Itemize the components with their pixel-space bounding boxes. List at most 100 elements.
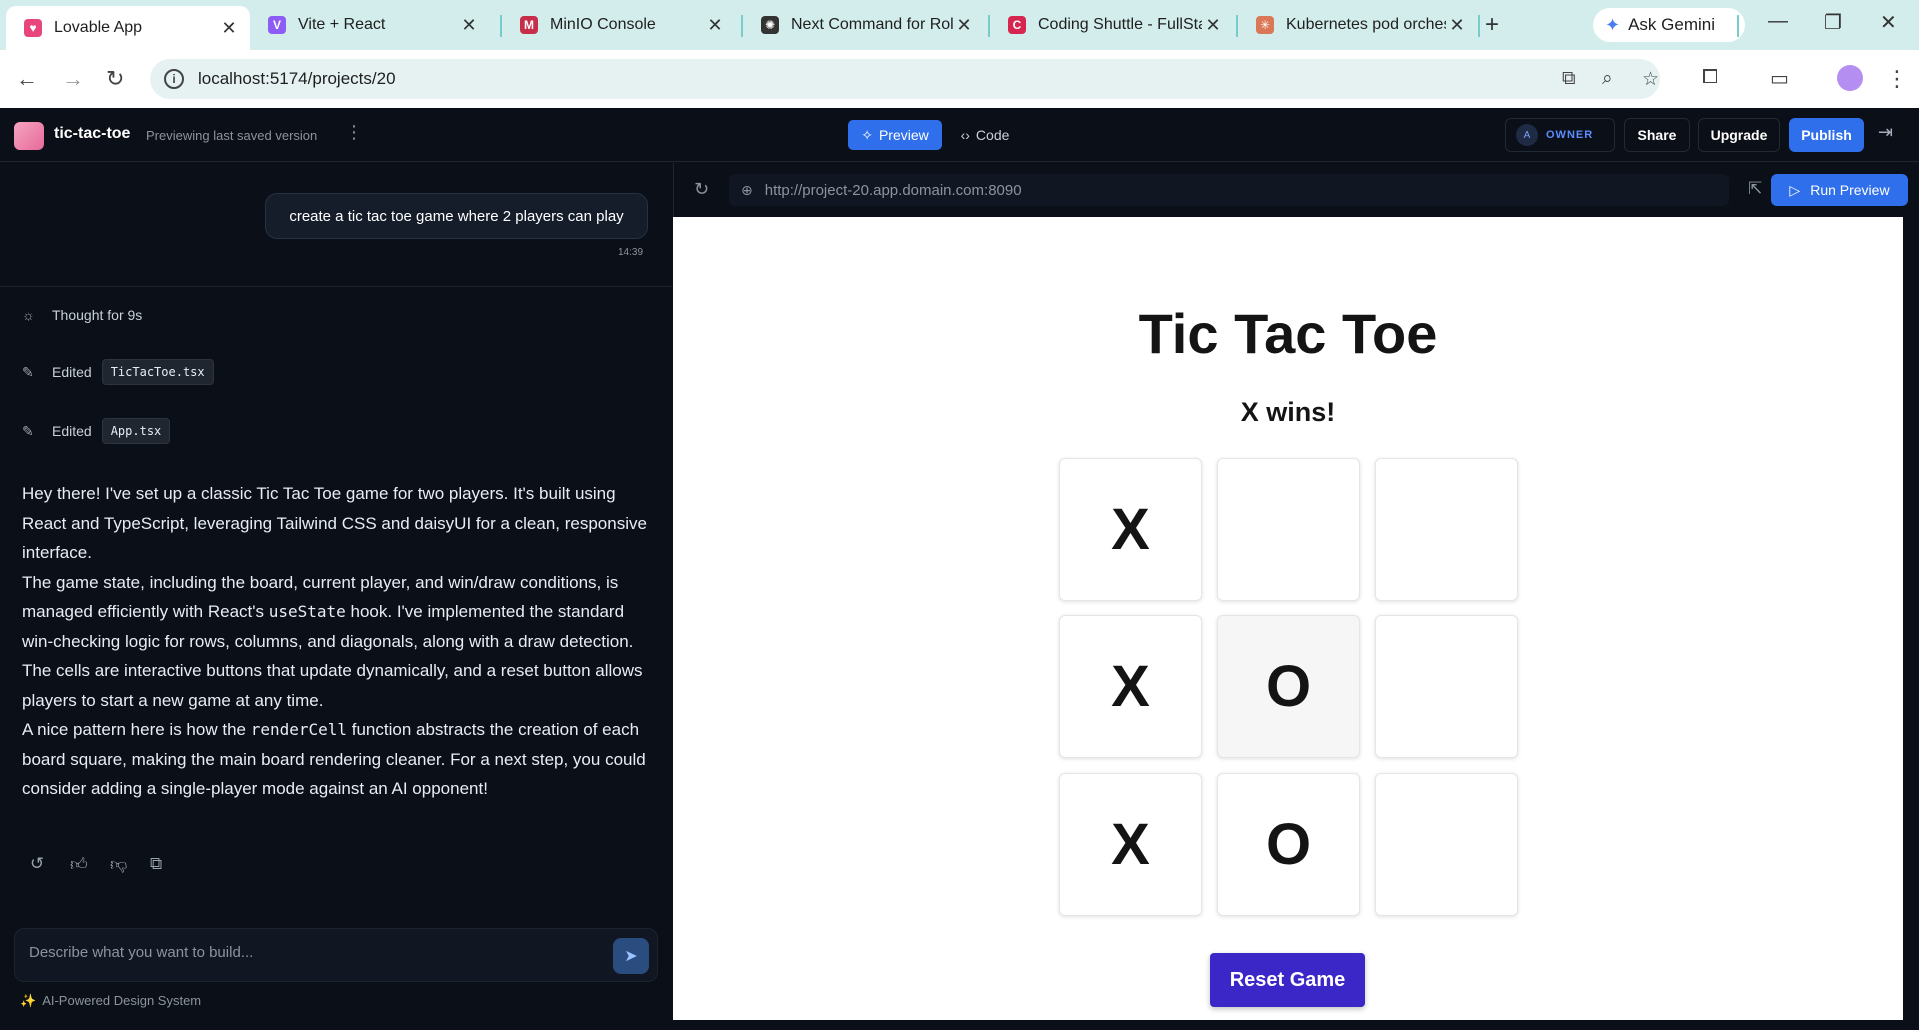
close-tab-icon[interactable]: ✕ bbox=[458, 15, 480, 36]
close-window-icon[interactable]: ✕ bbox=[1880, 10, 1897, 35]
divider bbox=[0, 286, 672, 287]
code-brackets-icon: ‹› bbox=[960, 127, 970, 143]
address-bar[interactable]: i localhost:5174/projects/20 ⧉ ⌕ ☆ bbox=[150, 59, 1660, 99]
browser-tab-vite[interactable]: V Vite + React ✕ bbox=[250, 8, 490, 42]
browser-menu-icon[interactable]: ⋮ bbox=[1886, 66, 1908, 92]
edit-file-icon: ✎ bbox=[22, 363, 34, 380]
board-cell-7[interactable]: X bbox=[1059, 773, 1202, 916]
close-tab-icon[interactable]: ✕ bbox=[1446, 15, 1468, 36]
prompt-input[interactable] bbox=[29, 944, 589, 961]
preview-url-field[interactable]: ⊕ http://project-20.app.domain.com:8090 bbox=[729, 174, 1729, 206]
browser-tab-chatgpt[interactable]: ✺ Next Command for Rol ✕ bbox=[743, 8, 985, 42]
publish-button[interactable]: Publish bbox=[1789, 118, 1864, 152]
board-cell-9[interactable] bbox=[1375, 773, 1518, 916]
back-arrow-icon[interactable]: ← bbox=[16, 66, 38, 92]
project-name[interactable]: tic-tac-toe bbox=[54, 125, 130, 143]
regenerate-icon[interactable]: ↺ bbox=[30, 854, 44, 874]
board-cell-6[interactable] bbox=[1375, 615, 1518, 758]
reply-paragraph: A nice pattern here is how the renderCel… bbox=[22, 720, 646, 798]
preview-label: Preview bbox=[878, 127, 929, 143]
role-badge: OWNER bbox=[1546, 129, 1594, 141]
code-tab-button[interactable]: ‹› Code bbox=[950, 120, 1020, 150]
collaborator-pill[interactable]: A OWNER bbox=[1505, 118, 1615, 152]
reload-icon[interactable]: ↻ bbox=[106, 66, 124, 92]
edited-file-chip[interactable]: TicTacToe.tsx bbox=[101, 359, 214, 385]
edit-label: Edited bbox=[52, 423, 92, 439]
close-tab-icon[interactable]: ✕ bbox=[1202, 15, 1224, 36]
restore-window-icon[interactable]: ❐ bbox=[1824, 10, 1842, 35]
footer-note-text: AI-Powered Design System bbox=[42, 993, 202, 1008]
send-button[interactable]: ➤ bbox=[613, 938, 649, 974]
minimize-window-icon[interactable]: — bbox=[1768, 10, 1788, 33]
browser-tab-lovable[interactable]: ♥ Lovable App ✕ bbox=[6, 6, 250, 50]
coding-shuttle-icon: C bbox=[1008, 16, 1026, 34]
close-tab-icon[interactable]: ✕ bbox=[953, 15, 975, 36]
sparkles-icon: ✨ bbox=[20, 993, 37, 1008]
edit-step[interactable]: ✎ Edited TicTacToe.tsx bbox=[22, 359, 214, 385]
extensions-puzzle-icon[interactable]: ⧠ bbox=[1702, 66, 1718, 89]
assistant-reply: Hey there! I've set up a classic Tic Tac… bbox=[22, 479, 652, 804]
board-cell-4[interactable]: X bbox=[1059, 615, 1202, 758]
profile-avatar[interactable] bbox=[1837, 65, 1863, 91]
tab-separator bbox=[1737, 15, 1739, 37]
board-cell-5[interactable]: O bbox=[1217, 615, 1360, 758]
user-message: create a tic tac toe game where 2 player… bbox=[265, 193, 648, 239]
tab-title: Lovable App bbox=[54, 19, 143, 36]
preview-scrollbar[interactable] bbox=[1903, 217, 1919, 1020]
ask-gemini-button[interactable]: ✦ Ask Gemini bbox=[1593, 8, 1745, 42]
bookmark-star-icon[interactable]: ☆ bbox=[1642, 68, 1659, 91]
open-external-icon[interactable]: ⇱ bbox=[1748, 179, 1762, 199]
copy-icon[interactable]: ⧉ bbox=[150, 854, 162, 874]
logout-icon[interactable]: ⇥ bbox=[1878, 122, 1893, 143]
address-url: localhost:5174/projects/20 bbox=[198, 69, 396, 88]
browser-tab-coding-shuttle[interactable]: C Coding Shuttle - FullSta ✕ bbox=[990, 8, 1234, 42]
claude-icon: ✳ bbox=[1256, 16, 1274, 34]
thumbs-up-icon[interactable]: 👍︎ bbox=[70, 854, 88, 875]
browser-tab-minio[interactable]: M MinIO Console ✕ bbox=[502, 8, 736, 42]
project-menu-icon[interactable]: ⋮ bbox=[345, 122, 363, 143]
game-preview: Tic Tac Toe X wins! X X O X O Reset Game bbox=[673, 217, 1903, 1020]
refresh-preview-icon[interactable]: ↻ bbox=[694, 179, 709, 200]
board-cell-8[interactable]: O bbox=[1217, 773, 1360, 916]
tab-title: Next Command for Rol bbox=[791, 16, 953, 33]
zoom-icon[interactable]: ⌕ bbox=[1602, 68, 1613, 90]
browser-tab-strip: ♥ Lovable App ✕ V Vite + React ✕ M MinIO… bbox=[0, 0, 1919, 50]
edited-file-chip[interactable]: App.tsx bbox=[101, 418, 171, 444]
tab-title: Coding Shuttle - FullSta bbox=[1038, 16, 1202, 33]
tab-search-icon[interactable]: ▭ bbox=[1770, 66, 1789, 91]
message-timestamp: 14:39 bbox=[618, 247, 644, 258]
preview-tab-button[interactable]: ✧ Preview bbox=[848, 120, 942, 150]
reset-game-button[interactable]: Reset Game bbox=[1210, 953, 1365, 1007]
board-cell-3[interactable] bbox=[1375, 458, 1518, 601]
reply-paragraph: Hey there! I've set up a classic Tic Tac… bbox=[22, 484, 647, 562]
browser-tab-claude[interactable]: ✳ Kubernetes pod orches ✕ bbox=[1238, 8, 1478, 42]
thought-label: Thought for 9s bbox=[52, 307, 143, 323]
site-info-icon[interactable]: i bbox=[164, 69, 184, 89]
upgrade-button[interactable]: Upgrade bbox=[1698, 118, 1780, 152]
close-tab-icon[interactable]: ✕ bbox=[704, 15, 726, 36]
game-status: X wins! bbox=[1240, 397, 1336, 427]
edit-file-icon: ✎ bbox=[22, 422, 34, 439]
collaborator-avatar: A bbox=[1516, 124, 1538, 146]
share-button[interactable]: Share bbox=[1624, 118, 1690, 152]
translate-icon[interactable]: ⧉ bbox=[1562, 68, 1576, 90]
preview-status: Previewing last saved version bbox=[146, 128, 318, 143]
board-cell-2[interactable] bbox=[1217, 458, 1360, 601]
prompt-input-container: ➤ bbox=[14, 928, 658, 982]
forward-arrow-icon[interactable]: → bbox=[62, 66, 84, 92]
preview-toolbar: ↻ ⊕ http://project-20.app.domain.com:809… bbox=[673, 163, 1919, 217]
globe-icon: ⊕ bbox=[741, 181, 753, 198]
board-cell-1[interactable]: X bbox=[1059, 458, 1202, 601]
chatgpt-icon: ✺ bbox=[761, 16, 779, 34]
run-preview-button[interactable]: ▷ Run Preview bbox=[1771, 174, 1908, 206]
thought-step[interactable]: ☼ Thought for 9s bbox=[22, 307, 142, 323]
tab-separator bbox=[1478, 15, 1480, 37]
sparkle-icon: ✧ bbox=[861, 126, 873, 143]
code-label: Code bbox=[975, 127, 1010, 143]
close-tab-icon[interactable]: ✕ bbox=[218, 18, 240, 39]
inline-code: useState bbox=[268, 602, 346, 621]
edit-step[interactable]: ✎ Edited App.tsx bbox=[22, 418, 171, 444]
tab-title: Vite + React bbox=[298, 16, 386, 33]
thumbs-down-icon[interactable]: 👎︎ bbox=[110, 854, 127, 875]
new-tab-button[interactable]: + bbox=[1485, 11, 1499, 39]
